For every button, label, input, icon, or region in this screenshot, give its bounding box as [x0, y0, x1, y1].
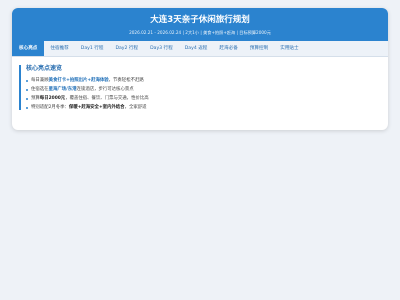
page-title: 大连3天亲子休闲旅行规划	[150, 15, 250, 25]
tab-budget[interactable]: 预算控制	[244, 41, 274, 56]
list-item: 每日兼顾美食打卡+拍照出片+赶海体验，节奏轻松不赶路	[26, 78, 381, 83]
page-header: 大连3天亲子休闲旅行规划 2026.02.21 - 2026.02.24 | 2…	[12, 8, 388, 41]
highlights-section: 核心亮点速览 每日兼顾美食打卡+拍照出片+赶海体验，节奏轻松不赶路 住宿选在星海…	[19, 65, 381, 110]
item-text: ，覆盖住宿、餐饮、门票与交通，性价比高	[65, 96, 149, 101]
section-title: 核心亮点速览	[26, 65, 63, 72]
item-text: 连锁酒店，步行可达核心景点	[76, 87, 134, 92]
tab-bar: 核心亮点 住宿推荐 Day1 行程 Day2 行程 Day3 行程 Day4 返…	[12, 41, 388, 57]
item-text: 住宿选在	[31, 87, 49, 92]
trip-summary: 2026.02.21 - 2026.02.24 | 2大1小 | 美食+拍照+赶…	[129, 30, 271, 35]
list-item: 预算每日2000元，覆盖住宿、餐饮、门票与交通，性价比高	[26, 96, 381, 101]
list-item: 住宿选在星海广场/东港连锁酒店，步行可达核心景点	[26, 87, 381, 92]
list-item: 特别适配2月冬季：保暖+赶海安全+室内外结合，全家舒适	[26, 105, 381, 110]
tab-day1[interactable]: Day1 行程	[75, 41, 110, 56]
plan-card: 大连3天亲子休闲旅行规划 2026.02.21 - 2026.02.24 | 2…	[12, 8, 388, 130]
item-text: ，全家舒适	[124, 105, 147, 110]
tab-day4[interactable]: Day4 返程	[179, 41, 214, 56]
tab-highlights[interactable]: 核心亮点	[12, 41, 45, 56]
tab-tips[interactable]: 实用贴士	[274, 41, 304, 56]
item-text: ，节奏轻松不赶路	[108, 78, 144, 83]
tab-gear[interactable]: 赶海必备	[213, 41, 243, 56]
item-text: 预算	[31, 96, 40, 101]
item-highlight: 美食打卡+拍照出片+赶海体验	[48, 78, 109, 83]
item-highlight: 每日2000元	[39, 96, 66, 101]
highlights-list: 每日兼顾美食打卡+拍照出片+赶海体验，节奏轻松不赶路 住宿选在星海广场/东港连锁…	[26, 78, 381, 110]
item-text: 每日兼顾	[31, 78, 49, 83]
item-highlight: 星海广场/东港	[48, 87, 77, 92]
tab-day3[interactable]: Day3 行程	[144, 41, 179, 56]
tab-accommodation[interactable]: 住宿推荐	[44, 41, 74, 56]
item-highlight: 保暖+赶海安全+室内外结合	[68, 105, 125, 110]
tab-day2[interactable]: Day2 行程	[109, 41, 144, 56]
item-text: 特别适配2月冬季：	[31, 105, 69, 110]
